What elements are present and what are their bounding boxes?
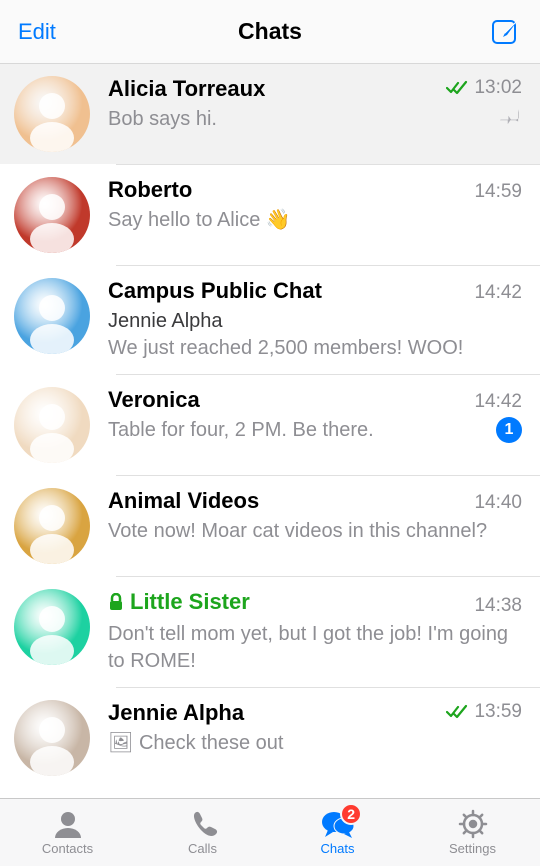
lock-icon bbox=[108, 593, 124, 611]
tab-contacts[interactable]: Contacts bbox=[0, 799, 135, 866]
chat-preview: 🖼 Check these out bbox=[108, 732, 283, 754]
edit-button[interactable]: Edit bbox=[18, 19, 56, 45]
tab-settings[interactable]: Settings bbox=[405, 799, 540, 866]
chat-item[interactable]: Campus Public Chat 14:42 Jennie AlphaWe … bbox=[0, 266, 540, 374]
tab-badge: 2 bbox=[340, 803, 362, 825]
chat-preview: Say hello to Alice 👋 bbox=[108, 209, 291, 231]
chat-preview: Don't tell mom yet, but I got the job! I… bbox=[108, 623, 508, 672]
chat-name: Jennie Alpha bbox=[108, 700, 244, 726]
chat-item[interactable]: Alicia Torreaux 13:02 Bob says hi. bbox=[0, 64, 540, 164]
chat-content: Campus Public Chat 14:42 Jennie AlphaWe … bbox=[108, 278, 522, 362]
chat-preview: Vote now! Moar cat videos in this channe… bbox=[108, 520, 487, 542]
page-title: Chats bbox=[0, 18, 540, 45]
chat-preview: Table for four, 2 PM. Be there. bbox=[108, 419, 374, 441]
tab-label: Calls bbox=[188, 841, 217, 856]
chat-preview: Bob says hi. bbox=[108, 108, 217, 130]
contacts-icon bbox=[51, 809, 85, 839]
read-checks-icon bbox=[446, 704, 468, 720]
chat-time: 14:42 bbox=[474, 391, 522, 413]
chat-name: Animal Videos bbox=[108, 488, 259, 514]
avatar bbox=[14, 177, 90, 253]
read-checks-icon bbox=[446, 80, 468, 96]
chat-time: 13:02 bbox=[474, 77, 522, 99]
chat-item[interactable]: Little Sister 14:38 Don't tell mom yet, … bbox=[0, 577, 540, 687]
unread-badge: 1 bbox=[496, 417, 522, 443]
chat-content: Animal Videos 14:40 Vote now! Moar cat v… bbox=[108, 488, 522, 564]
tab-label: Chats bbox=[321, 841, 355, 856]
chat-time: 13:59 bbox=[474, 701, 522, 723]
chat-time: 14:59 bbox=[474, 181, 522, 203]
chat-sender: Jennie Alpha bbox=[108, 308, 512, 335]
avatar bbox=[14, 700, 90, 776]
chat-name: Campus Public Chat bbox=[108, 278, 322, 304]
chat-content: Roberto 14:59 Say hello to Alice 👋 bbox=[108, 177, 522, 253]
tab-calls[interactable]: Calls bbox=[135, 799, 270, 866]
chat-name: Veronica bbox=[108, 387, 200, 413]
tab-label: Contacts bbox=[42, 841, 93, 856]
header-bar: Edit Chats bbox=[0, 0, 540, 64]
chat-name: Little Sister bbox=[130, 589, 250, 615]
chat-preview: We just reached 2,500 members! WOO! bbox=[108, 337, 463, 359]
chat-time: 14:40 bbox=[474, 492, 522, 514]
chat-list[interactable]: Alicia Torreaux 13:02 Bob says hi. Rober… bbox=[0, 64, 540, 798]
chat-time: 14:42 bbox=[474, 282, 522, 304]
chat-content: Little Sister 14:38 Don't tell mom yet, … bbox=[108, 589, 522, 675]
avatar bbox=[14, 488, 90, 564]
avatar bbox=[14, 589, 90, 665]
compose-button[interactable] bbox=[490, 16, 522, 48]
tab-bar: Contacts Calls Chats 2 Settings bbox=[0, 798, 540, 866]
chat-content: Alicia Torreaux 13:02 Bob says hi. bbox=[108, 76, 522, 152]
tab-chats[interactable]: Chats 2 bbox=[270, 799, 405, 866]
pin-icon bbox=[500, 106, 522, 128]
avatar bbox=[14, 76, 90, 152]
chat-content: Jennie Alpha 13:59 🖼 Check these out bbox=[108, 700, 522, 776]
chat-item[interactable]: Veronica 14:42 Table for four, 2 PM. Be … bbox=[0, 375, 540, 475]
avatar bbox=[14, 278, 90, 354]
chat-name: Roberto bbox=[108, 177, 192, 203]
compose-icon bbox=[490, 16, 522, 48]
chat-time: 14:38 bbox=[474, 595, 522, 617]
settings-icon bbox=[456, 809, 490, 839]
avatar bbox=[14, 387, 90, 463]
calls-icon bbox=[186, 809, 220, 839]
chat-item[interactable]: Jennie Alpha 13:59 🖼 Check these out bbox=[0, 688, 540, 788]
chat-name: Alicia Torreaux bbox=[108, 76, 265, 102]
chat-item[interactable]: Roberto 14:59 Say hello to Alice 👋 bbox=[0, 165, 540, 265]
chat-content: Veronica 14:42 Table for four, 2 PM. Be … bbox=[108, 387, 522, 463]
tab-label: Settings bbox=[449, 841, 496, 856]
chat-item[interactable]: Animal Videos 14:40 Vote now! Moar cat v… bbox=[0, 476, 540, 576]
